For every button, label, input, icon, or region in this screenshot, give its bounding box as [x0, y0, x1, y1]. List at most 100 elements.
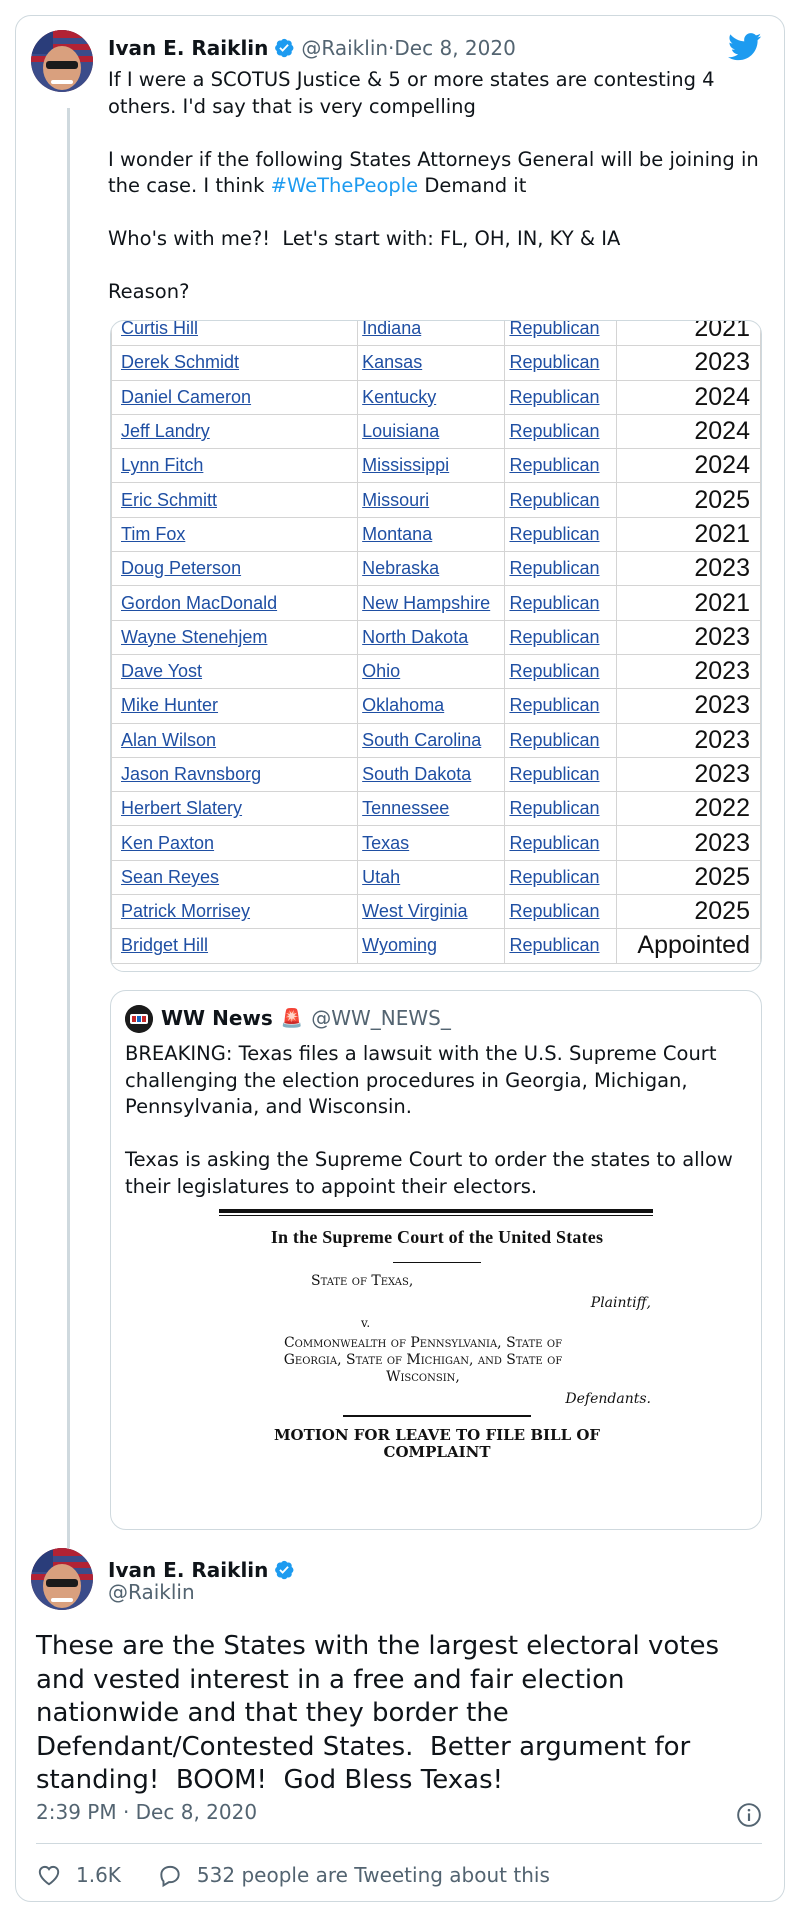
ag-name-link[interactable]: Patrick Morrisey	[121, 901, 250, 921]
table-row: Lynn Fitch Mississippi Republican 2024	[111, 448, 761, 484]
author-avatar[interactable]	[31, 1548, 93, 1610]
heart-icon[interactable]	[36, 1862, 62, 1888]
party-link[interactable]: Republican	[509, 387, 599, 407]
ag-name-link[interactable]: Doug Peterson	[121, 558, 241, 578]
tweet-timestamp[interactable]: 2:39 PM · Dec 8, 2020	[36, 1800, 257, 1824]
twitter-bird-icon[interactable]	[728, 33, 762, 61]
party-link[interactable]: Republican	[509, 730, 599, 750]
state-link[interactable]: Montana	[362, 524, 432, 544]
table-row: Sean Reyes Utah Republican 2025	[111, 859, 761, 896]
table-cell: Doug Peterson	[111, 551, 359, 587]
table-row: Patrick Morrisey West Virginia Republican 2…	[111, 894, 761, 930]
state-link[interactable]: Nebraska	[362, 558, 439, 578]
state-link[interactable]: New Hampshire	[362, 593, 490, 613]
table-cell: 2023	[616, 756, 761, 793]
ag-name-link[interactable]: Sean Reyes	[121, 867, 219, 887]
state-link[interactable]: West Virginia	[362, 901, 467, 921]
party-link[interactable]: Republican	[509, 490, 599, 510]
state-link[interactable]: Mississippi	[362, 455, 449, 475]
hashtag-link[interactable]: #WeThePeople	[271, 174, 419, 197]
state-link[interactable]: Kentucky	[362, 387, 436, 407]
tweet-date[interactable]: Dec 8, 2020	[394, 36, 515, 60]
table-cell: 2025	[616, 894, 761, 930]
party-link[interactable]: Republican	[509, 764, 599, 784]
table-cell: 2023	[616, 619, 761, 655]
state-link[interactable]: Missouri	[362, 490, 429, 510]
table-cell: Ohio	[357, 653, 506, 690]
term-end-cell: 2024	[694, 451, 750, 480]
party-link[interactable]: Republican	[509, 593, 599, 613]
state-link[interactable]: Indiana	[362, 321, 421, 338]
table-cell: Appointed	[616, 928, 761, 964]
ag-name-link[interactable]: Lynn Fitch	[121, 455, 203, 475]
party-link[interactable]: Republican	[509, 695, 599, 715]
table-cell: Republican	[504, 448, 618, 484]
ag-name-link[interactable]: Curtis Hill	[121, 321, 198, 338]
tweet-paragraph: Reason?	[108, 280, 190, 303]
author-handle[interactable]: @Raiklin	[301, 36, 388, 60]
table-row: Derek Schmidt Kansas Republican 2023	[111, 345, 761, 381]
tweet-paragraph: If I were a SCOTUS Justice & 5 or more s…	[108, 68, 721, 118]
versus-label: v.	[361, 1316, 371, 1330]
party-link[interactable]: Republican	[509, 661, 599, 681]
party-link[interactable]: Republican	[509, 833, 599, 853]
party-link[interactable]: Republican	[509, 524, 599, 544]
ag-name-link[interactable]: Ken Paxton	[121, 833, 214, 853]
party-link[interactable]: Republican	[509, 935, 599, 955]
party-link[interactable]: Republican	[509, 455, 599, 475]
state-link[interactable]: Utah	[362, 867, 400, 887]
ag-name-link[interactable]: Gordon MacDonald	[121, 593, 277, 613]
author-avatar[interactable]	[31, 30, 93, 92]
ag-name-link[interactable]: Jeff Landry	[121, 421, 210, 441]
state-link[interactable]: Ohio	[362, 661, 400, 681]
table-cell: Republican	[504, 756, 618, 793]
ag-name-link[interactable]: Mike Hunter	[121, 695, 218, 715]
tweeting-about-text[interactable]: 532 people are Tweeting about this	[197, 1863, 550, 1887]
party-link[interactable]: Republican	[509, 558, 599, 578]
ag-name-link[interactable]: Jason Ravnsborg	[121, 764, 261, 784]
party-link[interactable]: Republican	[509, 901, 599, 921]
state-link[interactable]: North Dakota	[362, 627, 468, 647]
ag-name-link[interactable]: Wayne Stenehjem	[121, 627, 267, 647]
ag-name-link[interactable]: Daniel Cameron	[121, 387, 251, 407]
term-end-cell: 2023	[694, 348, 750, 377]
ag-name-link[interactable]: Bridget Hill	[121, 935, 208, 955]
state-link[interactable]: South Carolina	[362, 730, 481, 750]
table-cell: Republican	[504, 928, 618, 964]
reply-bubble-icon[interactable]	[157, 1862, 183, 1888]
ag-name-link[interactable]: Herbert Slatery	[121, 798, 242, 818]
ag-name-link[interactable]: Eric Schmitt	[121, 490, 217, 510]
tweet-text: If I were a SCOTUS Justice & 5 or more s…	[108, 67, 768, 306]
party-link[interactable]: Republican	[509, 798, 599, 818]
ag-name-link[interactable]: Tim Fox	[121, 524, 185, 544]
info-icon[interactable]	[736, 1802, 762, 1828]
party-link[interactable]: Republican	[509, 867, 599, 887]
attached-image-spreadsheet[interactable]: Curtis Hill Indiana Republican 2021 Derek Sc…	[110, 320, 762, 972]
party-link[interactable]: Republican	[509, 352, 599, 372]
state-link[interactable]: Kansas	[362, 352, 422, 372]
party-link[interactable]: Republican	[509, 321, 599, 338]
author-name[interactable]: Ivan E. Raiklin	[108, 1558, 268, 1582]
state-link[interactable]: Oklahoma	[362, 695, 444, 715]
like-count[interactable]: 1.6K	[76, 1863, 121, 1887]
ag-name-link[interactable]: Alan Wilson	[121, 730, 216, 750]
party-link[interactable]: Republican	[509, 421, 599, 441]
table-cell: Tennessee	[357, 791, 506, 827]
state-link[interactable]: Wyoming	[362, 935, 437, 955]
ag-name-link[interactable]: Derek Schmidt	[121, 352, 239, 372]
table-row: Jeff Landry Louisiana Republican 2024	[111, 413, 761, 450]
court-document-image[interactable]: In the Supreme Court of the United State…	[111, 1209, 761, 1529]
term-end-cell: 2025	[694, 485, 750, 514]
party-link[interactable]: Republican	[509, 627, 599, 647]
table-cell: Republican	[504, 516, 618, 553]
state-link[interactable]: Louisiana	[362, 421, 439, 441]
table-cell: Mississippi	[357, 448, 506, 484]
ag-name-link[interactable]: Dave Yost	[121, 661, 202, 681]
state-link[interactable]: Tennessee	[362, 798, 449, 818]
state-link[interactable]: Texas	[362, 833, 409, 853]
quoted-tweet[interactable]: WW News 🚨 @WW_NEWS_ BREAKING: Texas file…	[110, 990, 762, 1530]
table-row: Dave Yost Ohio Republican 2023	[111, 653, 761, 690]
state-link[interactable]: South Dakota	[362, 764, 471, 784]
author-name[interactable]: Ivan E. Raiklin	[108, 36, 268, 60]
author-handle[interactable]: @Raiklin	[108, 1580, 195, 1604]
